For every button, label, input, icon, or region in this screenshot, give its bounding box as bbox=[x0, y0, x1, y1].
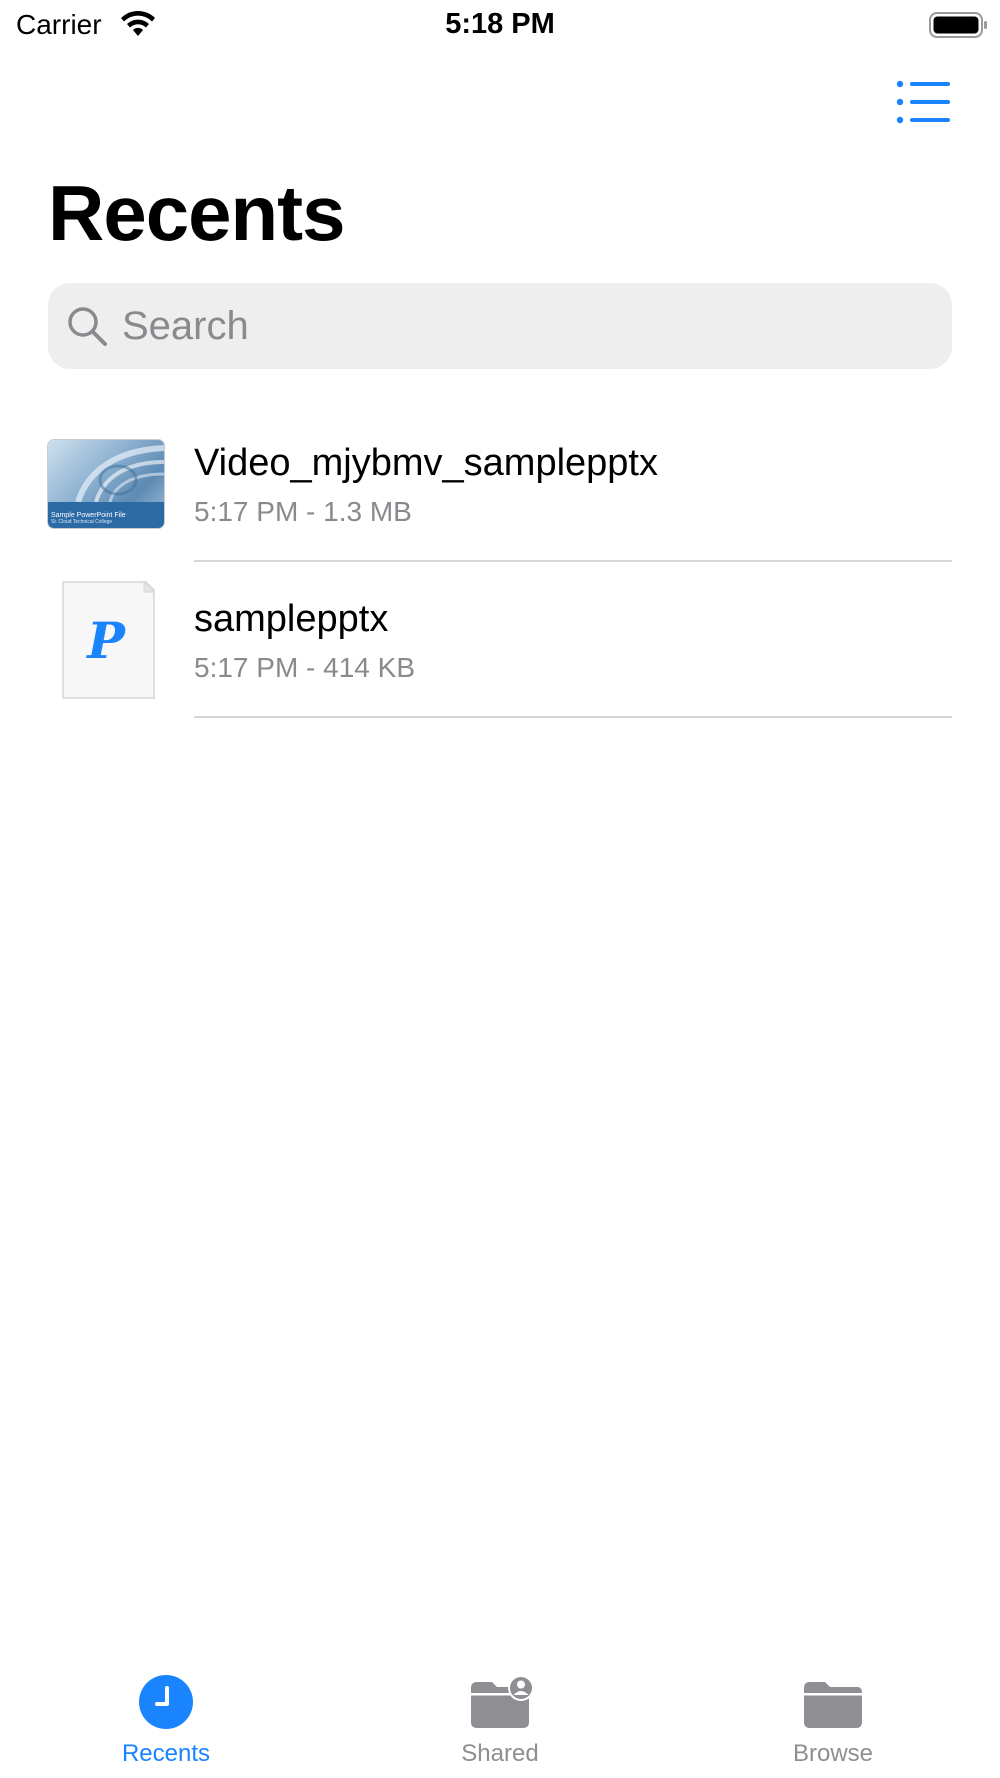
tab-label: Browse bbox=[792, 1740, 874, 1767]
thumbnail-subtitle: St. Cloud Technical College bbox=[51, 519, 113, 525]
search-bar[interactable] bbox=[48, 283, 952, 369]
thumbnail-title: Sample PowerPoint File bbox=[51, 512, 126, 519]
pptx-document-icon: P bbox=[62, 580, 156, 699]
clock-icon bbox=[139, 1675, 193, 1729]
pptx-letter: P bbox=[85, 611, 126, 670]
battery-icon bbox=[929, 12, 987, 38]
folder-icon bbox=[804, 1682, 862, 1728]
presentation-thumbnail: Sample PowerPoint File St. Cloud Technic… bbox=[48, 440, 164, 528]
tab-label: Recents bbox=[121, 1740, 211, 1767]
status-time: 5:18 PM bbox=[445, 8, 555, 40]
row-separator bbox=[194, 560, 952, 562]
file-meta: 5:17 PM - 1.3 MB bbox=[194, 496, 412, 527]
tab-bar: Recents Shared Browse bbox=[0, 1660, 1000, 1778]
list-item[interactable]: P samplepptx 5:17 PM - 414 KB bbox=[0, 576, 1000, 730]
list-view-button[interactable] bbox=[896, 80, 952, 124]
tab-browse[interactable]: Browse bbox=[733, 1660, 933, 1778]
tab-recents[interactable]: Recents bbox=[66, 1660, 266, 1778]
file-meta: 5:17 PM - 414 KB bbox=[194, 652, 416, 683]
file-name: samplepptx bbox=[194, 598, 389, 640]
shared-folder-icon bbox=[471, 1675, 532, 1728]
search-icon bbox=[68, 307, 107, 346]
search-input[interactable] bbox=[122, 283, 932, 369]
tab-shared[interactable]: Shared bbox=[400, 1660, 600, 1778]
status-bar: Carrier 5:18 PM bbox=[0, 0, 1000, 52]
tab-label: Shared bbox=[461, 1740, 539, 1767]
file-name: Video_mjybmv_samplepptx bbox=[194, 442, 658, 484]
page-title: Recents bbox=[48, 169, 345, 257]
list-item[interactable]: Sample PowerPoint File St. Cloud Technic… bbox=[0, 420, 1000, 574]
row-separator bbox=[194, 716, 952, 718]
